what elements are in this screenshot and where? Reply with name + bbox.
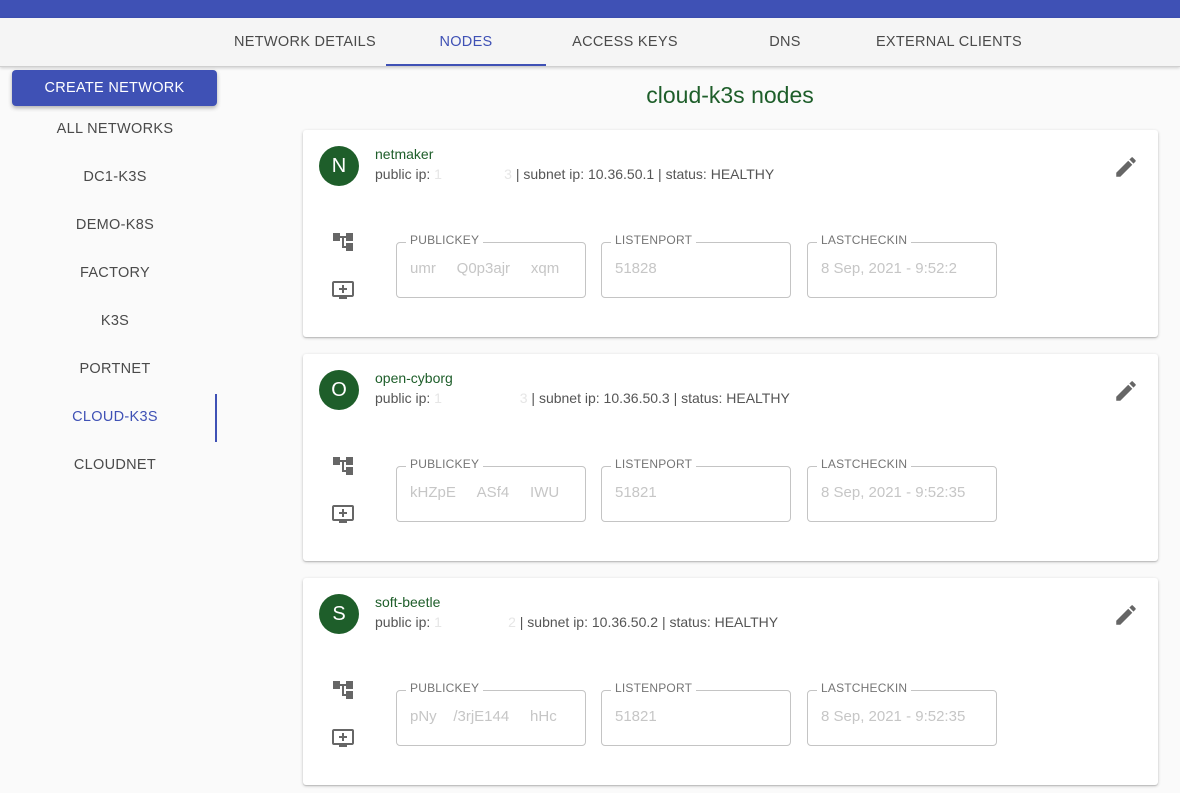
listenport-label: LISTENPORT [611,457,697,471]
publickey-field[interactable]: PUBLICKEY kHZpE ASf4 IWU [396,457,586,522]
add-to-queue-icon[interactable] [331,726,355,750]
listenport-value: 51828 [615,260,657,277]
sidebar-item-all-networks[interactable]: ALL NETWORKS [0,105,230,153]
public-ip-label: public ip: [375,614,431,630]
page-title: cloud-k3s nodes [646,82,814,108]
network-sidebar: CREATE NETWORK ALL NETWORKS DC1-K3S DEMO… [0,67,230,793]
lastcheckin-field[interactable]: LASTCHECKIN 8 Sep, 2021 - 9:52:35 [807,457,997,522]
node-info: public ip: 1 2 | subnet ip: 10.36.50.2 |… [375,614,778,630]
listenport-label: LISTENPORT [611,681,697,695]
tab-dns[interactable]: DNS [705,18,865,66]
node-card: S soft-beetle public ip: 1 2 | subnet ip… [303,578,1158,785]
node-card: O open-cyborg public ip: 1 3 | subnet ip… [303,354,1158,561]
lastcheckin-label: LASTCHECKIN [817,681,912,695]
public-ip-value: 1 3 [434,166,512,182]
public-ip-value: 1 3 [434,390,528,406]
edit-icon[interactable] [1113,378,1139,404]
active-network-indicator [215,394,217,442]
add-to-queue-icon[interactable] [331,502,355,526]
node-details: | subnet ip: 10.36.50.2 | status: HEALTH… [519,614,779,630]
account-tree-icon[interactable] [331,230,355,254]
edit-icon[interactable] [1113,154,1139,180]
sidebar-item-factory[interactable]: FACTORY [0,249,230,297]
node-name: soft-beetle [375,594,441,610]
public-ip-label: public ip: [375,166,431,182]
tab-network-details[interactable]: NETWORK DETAILS [225,18,385,66]
publickey-label: PUBLICKEY [406,457,484,471]
node-info: public ip: 1 3 | subnet ip: 10.36.50.3 |… [375,390,790,406]
listenport-field[interactable]: LISTENPORT 51828 [601,233,791,298]
lastcheckin-label: LASTCHECKIN [817,457,912,471]
sidebar-item-demo-k8s[interactable]: DEMO-K8S [0,201,230,249]
public-ip-label: public ip: [375,390,431,406]
publickey-label: PUBLICKEY [406,681,484,695]
tab-access-keys[interactable]: ACCESS KEYS [545,18,705,66]
sidebar-item-k3s[interactable]: K3S [0,297,230,345]
lastcheckin-value: 8 Sep, 2021 - 9:52:35 [821,484,966,501]
publickey-value: pNy /3rjE144 hHc [410,708,557,725]
node-avatar: O [319,370,359,410]
listenport-value: 51821 [615,484,657,501]
lastcheckin-field[interactable]: LASTCHECKIN 8 Sep, 2021 - 9:52:35 [807,681,997,746]
node-name: open-cyborg [375,370,453,386]
app-top-bar [0,0,1180,18]
listenport-field[interactable]: LISTENPORT 51821 [601,457,791,522]
lastcheckin-field[interactable]: LASTCHECKIN 8 Sep, 2021 - 9:52:2 [807,233,997,298]
sidebar-item-cloudnet[interactable]: CLOUDNET [0,441,230,489]
network-tabs: NETWORK DETAILS NODES ACCESS KEYS DNS EX… [0,18,1180,67]
tab-external-clients[interactable]: EXTERNAL CLIENTS [865,18,1033,66]
active-tab-indicator [386,64,546,66]
listenport-label: LISTENPORT [611,233,697,247]
publickey-field[interactable]: PUBLICKEY umr Q0p3ajr xqm [396,233,586,298]
sidebar-item-portnet[interactable]: PORTNET [0,345,230,393]
node-avatar: S [319,594,359,634]
edit-icon[interactable] [1113,602,1139,628]
tab-nodes[interactable]: NODES [386,18,546,66]
account-tree-icon[interactable] [331,678,355,702]
sidebar-item-dc1-k3s[interactable]: DC1-K3S [0,153,230,201]
add-to-queue-icon[interactable] [331,278,355,302]
publickey-value: kHZpE ASf4 IWU [410,484,560,501]
lastcheckin-label: LASTCHECKIN [817,233,912,247]
node-info: public ip: 1 3 | subnet ip: 10.36.50.1 |… [375,166,774,182]
node-card: N netmaker public ip: 1 3 | subnet ip: 1… [303,130,1158,337]
publickey-label: PUBLICKEY [406,233,484,247]
node-name: netmaker [375,146,434,162]
node-details: | subnet ip: 10.36.50.1 | status: HEALTH… [515,166,775,182]
node-details: | subnet ip: 10.36.50.3 | status: HEALTH… [531,390,790,406]
publickey-value: umr Q0p3ajr xqm [410,260,560,277]
sidebar-item-cloud-k3s[interactable]: CLOUD-K3S [0,393,230,441]
listenport-field[interactable]: LISTENPORT 51821 [601,681,791,746]
account-tree-icon[interactable] [331,454,355,478]
create-network-button[interactable]: CREATE NETWORK [12,70,217,106]
publickey-field[interactable]: PUBLICKEY pNy /3rjE144 hHc [396,681,586,746]
lastcheckin-value: 8 Sep, 2021 - 9:52:35 [821,708,966,725]
node-avatar: N [319,146,359,186]
listenport-value: 51821 [615,708,657,725]
lastcheckin-value: 8 Sep, 2021 - 9:52:2 [821,260,957,277]
public-ip-value: 1 2 [434,614,516,630]
